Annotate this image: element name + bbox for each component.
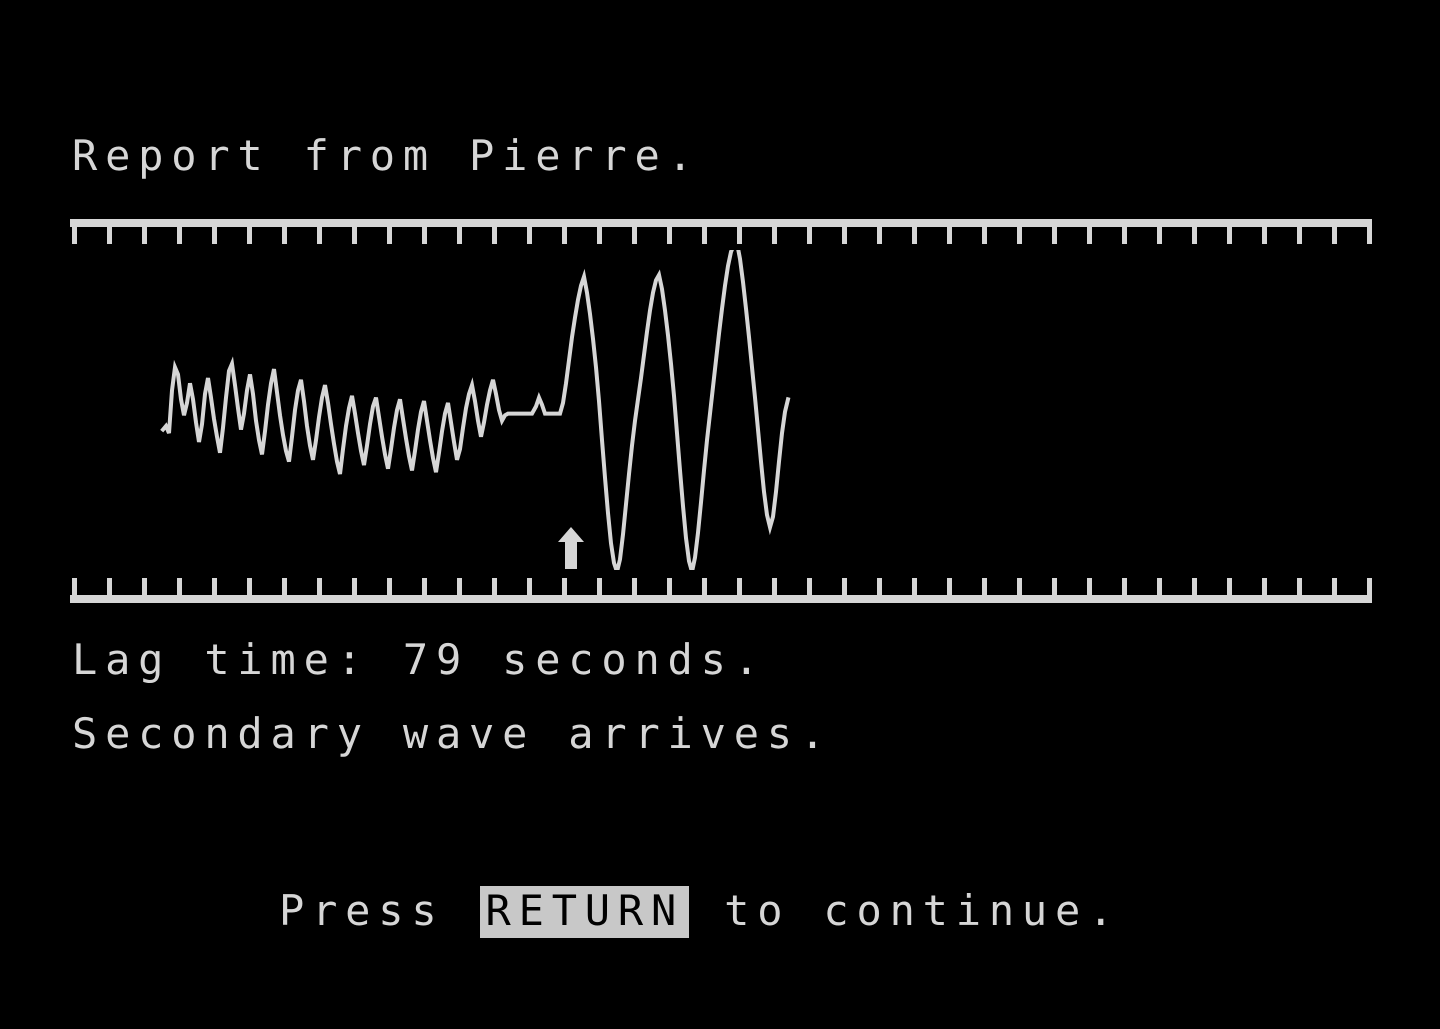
return-key-badge[interactable]: RETURN xyxy=(479,886,690,938)
ruler-top-graphic xyxy=(70,219,1372,244)
seismograph-trace-area xyxy=(0,250,1440,570)
seismograph-screen: Report from Pierre. Lag time: 79 seconds… xyxy=(0,0,1440,1029)
page-title: Report from Pierre. xyxy=(72,131,701,180)
secondary-wave-readout: Secondary wave arrives. xyxy=(72,709,833,758)
up-arrow-icon xyxy=(557,527,585,569)
seismograph-trace-graphic xyxy=(160,250,791,570)
up-arrow-icon-graphic xyxy=(558,527,584,569)
prompt-before-text: Press xyxy=(279,886,478,935)
ruler-bottom xyxy=(70,571,1372,603)
ruler-top xyxy=(70,219,1372,251)
prompt-after-text: to continue. xyxy=(691,886,1122,935)
lag-time-readout: Lag time: 79 seconds. xyxy=(72,635,767,684)
ruler-bottom-graphic xyxy=(70,578,1372,603)
continue-prompt[interactable]: Press RETURN to continue. xyxy=(279,886,1121,938)
